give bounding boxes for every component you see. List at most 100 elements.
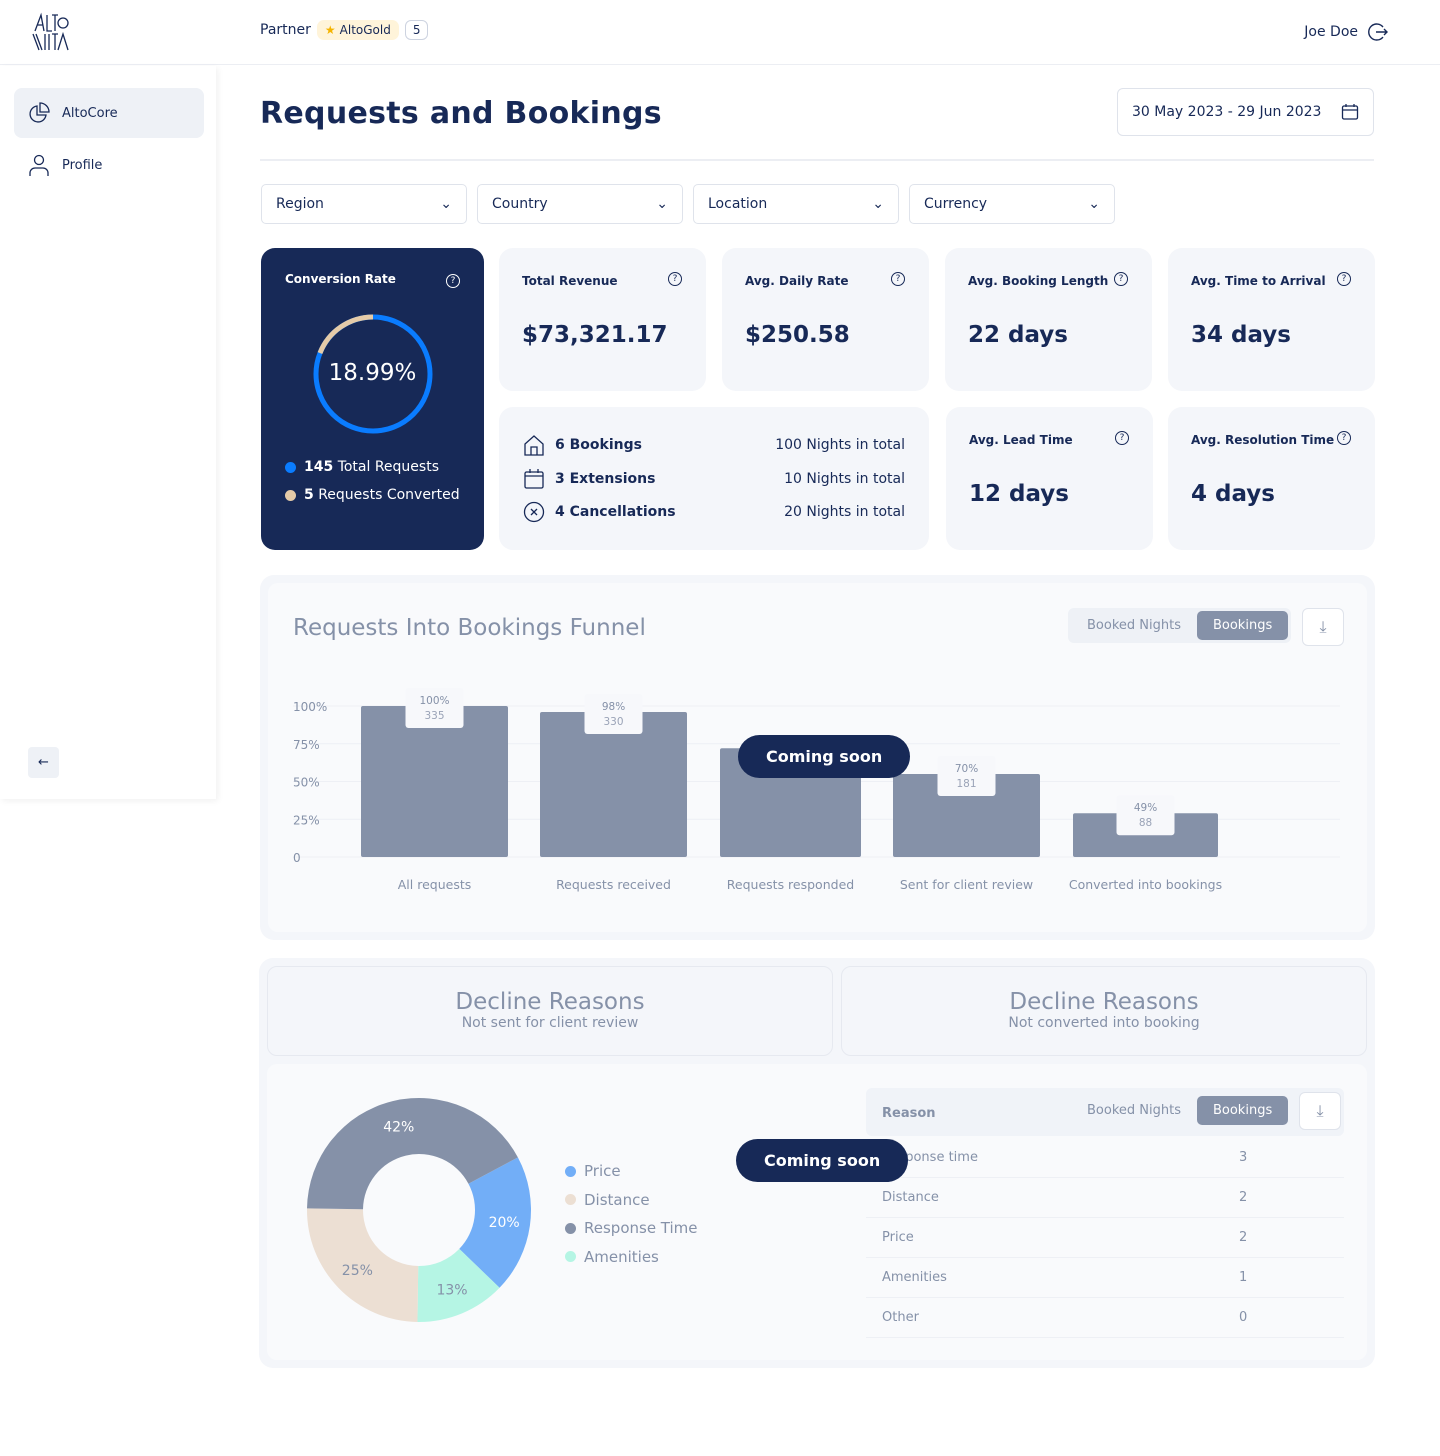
collapse-sidebar-button[interactable]: ← (28, 747, 59, 778)
sidebar-item-altocore[interactable]: AltoCore (14, 88, 204, 138)
converted-label: Requests Converted (318, 487, 460, 503)
partner-status: Partner ★ AltoGold 5 (260, 20, 429, 40)
table-row: Price 2 (866, 1218, 1344, 1258)
y-tick-label: 50% (293, 776, 320, 790)
date-range-value: 30 May 2023 - 29 Jun 2023 (1132, 104, 1322, 120)
slice-percent-label: 20% (489, 1215, 520, 1231)
legend-label: Price (584, 1162, 621, 1180)
legend-total: 145 Total Requests (285, 459, 439, 475)
bar-percent-label: 98% (602, 701, 625, 713)
download-icon: ⤓ (1319, 617, 1327, 636)
decline-donut-chart: 20% 13% 25% 42% (307, 1098, 531, 1322)
top-bar: Partner ★ AltoGold 5 Joe Doe (0, 0, 1440, 65)
select-label: Currency (924, 196, 988, 212)
help-icon[interactable]: ? (1115, 431, 1129, 445)
legend-label: Amenities (584, 1247, 659, 1266)
currency-select[interactable]: Currency ⌄ (909, 184, 1115, 224)
user-menu[interactable]: Joe Doe (1304, 22, 1388, 42)
table-row: Amenities 1 (866, 1258, 1344, 1298)
legend-item: Price (565, 1162, 621, 1180)
decline-title: Decline Reasons (1009, 989, 1199, 1015)
altovita-logo[interactable] (32, 12, 70, 56)
help-icon[interactable]: ? (1337, 431, 1351, 445)
conversion-rate-card: Conversion Rate ? 18.99% 145 Total Reque… (261, 248, 484, 550)
help-icon[interactable]: ? (891, 272, 905, 286)
funnel-bar[interactable] (361, 706, 508, 857)
user-name: Joe Doe (1304, 24, 1358, 40)
toggle-bookings[interactable]: Bookings (1196, 1096, 1289, 1125)
reason-column-header: Reason (882, 1106, 936, 1121)
toggle-booked-nights[interactable]: Booked Nights (1071, 611, 1197, 640)
date-range-picker[interactable]: 30 May 2023 - 29 Jun 2023 (1117, 88, 1374, 136)
value-cell: 3 (1239, 1150, 1248, 1165)
location-select[interactable]: Location ⌄ (693, 184, 899, 224)
bookings-label: 6 Bookings (555, 437, 642, 453)
x-category-label: Converted into bookings (1069, 877, 1222, 892)
extensions-label: 3 Extensions (555, 471, 656, 487)
tier-badge: ★ AltoGold (316, 20, 399, 40)
kpi-card: Avg. Booking Length? 22 days (945, 248, 1152, 391)
help-icon[interactable]: ? (1337, 272, 1351, 286)
bookings-summary-card: 6 Bookings 100 Nights in total 3 Extensio… (499, 407, 929, 550)
calendar-icon (524, 469, 544, 489)
help-icon[interactable]: ? (1114, 272, 1128, 286)
y-tick-label: 100% (293, 700, 327, 714)
download-button[interactable]: ⤓ (1299, 1092, 1341, 1130)
kpi-value: $73,321.17 (522, 322, 668, 348)
conversion-value: 18.99% (328, 360, 417, 386)
decline-tab-not-sent[interactable]: Decline Reasons Not sent for client revie… (267, 966, 833, 1056)
help-icon[interactable]: ? (446, 274, 460, 288)
y-tick-label: 0 (293, 851, 301, 865)
reason-cell: Other (882, 1310, 919, 1325)
coming-soon-badge: Coming soon (738, 735, 911, 778)
y-tick-label: 75% (293, 738, 320, 752)
sidebar-item-label: AltoCore (62, 105, 118, 121)
total-count: 145 (304, 459, 334, 475)
sidebar: AltoCore Profile ← (0, 66, 216, 799)
nights-value: 100 Nights in total (775, 437, 905, 453)
reason-cell: Price (882, 1230, 914, 1245)
legend-swatch (565, 1251, 576, 1262)
legend-swatch (565, 1165, 576, 1177)
legend-item: Distance (565, 1191, 650, 1209)
toggle-booked-nights[interactable]: Booked Nights (1071, 1096, 1197, 1125)
filter-bar: Region ⌄ Country ⌄ Location ⌄ Currency ⌄ (261, 184, 1115, 224)
help-icon[interactable]: ? (668, 272, 682, 286)
user-icon (29, 154, 49, 176)
total-label: Total Requests (337, 459, 439, 475)
bar-percent-label: 49% (1134, 802, 1157, 814)
kpi-value: 22 days (968, 322, 1068, 348)
slice-percent-label: 42% (383, 1119, 414, 1135)
country-select[interactable]: Country ⌄ (477, 184, 683, 224)
chevron-down-icon: ⌄ (1088, 196, 1100, 212)
nights-value: 10 Nights in total (784, 471, 905, 487)
download-button[interactable]: ⤓ (1302, 608, 1344, 646)
partner-label: Partner (260, 22, 311, 38)
toggle-bookings[interactable]: Bookings (1196, 611, 1289, 640)
reasons-metric-toggle: Booked Nights Bookings (1068, 1093, 1291, 1128)
kpi-label: Avg. Lead Time (969, 433, 1073, 447)
y-tick-label: 25% (293, 813, 320, 827)
kpi-value: 12 days (969, 481, 1069, 507)
legend-converted: 5 Requests Converted (285, 487, 460, 503)
bookings-row: 6 Bookings 100 Nights in total (523, 434, 905, 456)
decline-tab-not-converted[interactable]: Decline Reasons Not converted into bookin… (841, 966, 1367, 1056)
select-label: Location (708, 196, 768, 212)
cancellations-row: 4 Cancellations 20 Nights in total (523, 501, 905, 523)
tier-count-badge: 5 (404, 20, 429, 40)
converted-count: 5 (304, 487, 314, 503)
bar-count-label: 330 (603, 716, 623, 728)
legend-swatch (565, 1222, 576, 1234)
kpi-label: Total Revenue (522, 274, 618, 288)
kpi-card: Total Revenue? $73,321.17 (499, 248, 706, 391)
logout-icon[interactable] (1368, 22, 1388, 42)
x-category-label: Requests received (556, 877, 671, 892)
divider (260, 159, 1374, 161)
funnel-metric-toggle: Booked Nights Bookings (1068, 608, 1292, 643)
bar-count-label: 181 (956, 778, 976, 790)
extensions-row: 3 Extensions 10 Nights in total (523, 468, 905, 490)
region-select[interactable]: Region ⌄ (261, 184, 467, 224)
sidebar-item-profile[interactable]: Profile (14, 140, 204, 190)
reason-cell: Distance (882, 1190, 939, 1205)
decline-title: Decline Reasons (455, 989, 645, 1015)
